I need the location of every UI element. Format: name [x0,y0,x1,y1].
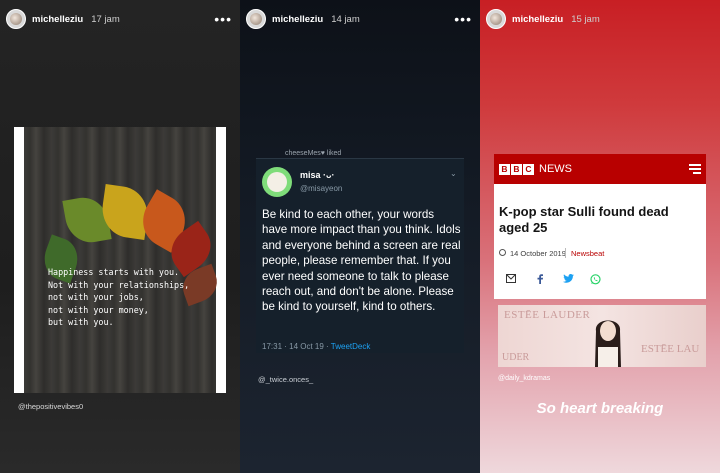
tweet-avatar-image [267,172,287,192]
wood-background [24,127,223,393]
mention-sticker[interactable]: @thepositivevibes0 [18,402,83,411]
tweet-meta: 17:31 · 14 Oct 19 · TweetDeck [262,342,370,351]
logo-word: NEWS [539,163,572,175]
quote-line: Not with your relationships, [48,279,190,290]
timestamp: 14 jam [331,13,360,25]
avatar[interactable] [246,9,266,29]
article-tag[interactable]: Newsbeat [571,249,604,258]
divider [565,248,566,258]
liked-label: cheeseMes♥ liked [285,150,342,157]
backdrop-text: UDER [502,352,530,363]
twitter-icon[interactable] [563,274,574,283]
quote-line: but with you. [48,317,114,327]
tweet-time: 17:31 · 14 Oct 19 · [262,342,329,351]
email-icon[interactable] [506,274,516,283]
more-options-icon[interactable]: ••• [214,11,232,27]
logo-letter: B [499,163,510,175]
avatar[interactable] [6,9,26,29]
person-figure [595,320,621,367]
facebook-icon[interactable] [536,274,544,284]
tweet-handle[interactable]: @misayeon [300,184,342,193]
bbc-header-bar: B B C NEWS [494,154,706,184]
news-card[interactable]: B B C NEWS K-pop star Sulli found dead a… [494,154,706,299]
username[interactable]: michelleziu [272,14,323,25]
username[interactable]: michelleziu [32,14,83,25]
quote-line: Happiness starts with you. [48,267,180,277]
story-header: michelleziu 15 jam [480,0,720,38]
logo-letter: C [523,163,534,175]
logo-letter: B [511,163,522,175]
whatsapp-icon[interactable] [590,274,601,285]
avatar[interactable] [486,9,506,29]
quote-line: not with your jobs, [48,292,144,302]
avatar-image [10,13,22,25]
quote-line: not with your money, [48,304,149,315]
menu-icon[interactable] [688,162,702,176]
avatar-image [250,13,262,25]
timestamp: 17 jam [91,13,120,25]
avatar-image [490,13,502,25]
backdrop-text: ESTĒE LAU [641,343,700,355]
backdrop-text: ESTĒE LAUDER [504,309,591,321]
quote-image-card [14,127,226,393]
tweet-display-name[interactable]: misa ·ᴗ· [300,170,335,180]
tweet-source-link[interactable]: TweetDeck [331,342,371,351]
tweet-avatar[interactable] [262,167,292,197]
tweet-card[interactable]: misa ·ᴗ· @misayeon ⌄ Be kind to each oth… [256,158,464,353]
story-header: michelleziu 14 jam ••• [240,0,480,38]
timestamp: 15 jam [571,13,600,25]
username[interactable]: michelleziu [512,14,563,25]
article-date: 14 October 2019 [510,249,566,258]
clock-icon [499,249,506,256]
mention-sticker[interactable]: @daily_kdramas [498,375,550,382]
chevron-down-icon[interactable]: ⌄ [450,169,457,178]
story-caption: So heart breaking [536,400,664,417]
more-options-icon[interactable]: ••• [454,11,472,27]
bbc-news-logo: B B C NEWS [499,163,572,175]
mention-sticker[interactable]: @_twice.onces_ [258,375,313,384]
article-headline: K-pop star Sulli found dead aged 25 [499,204,669,235]
article-photo: ESTĒE LAUDER ESTĒE LAU UDER [498,305,706,367]
story-header: michelleziu 17 jam ••• [0,0,240,38]
quote-text: Happiness starts with you. Not with your… [48,266,218,329]
tweet-text: Be kind to each other, your words have m… [262,208,461,314]
